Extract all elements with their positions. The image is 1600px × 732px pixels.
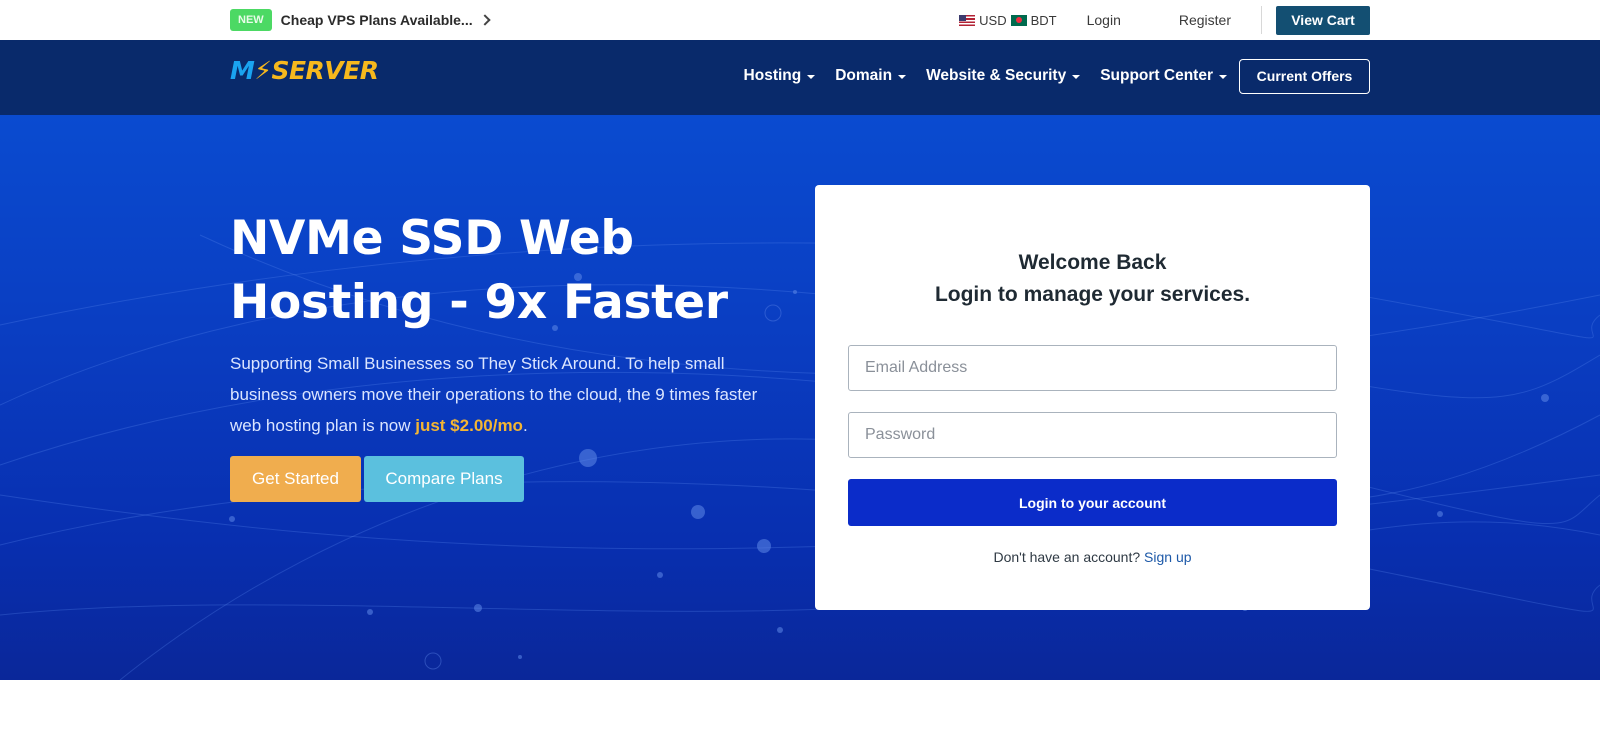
- currency-bdt[interactable]: BDT: [1031, 13, 1057, 28]
- us-flag-icon: [959, 14, 976, 26]
- currency-selector[interactable]: USD BDT: [959, 13, 1057, 28]
- hero-title: NVMe SSD Web Hosting - 9x Faster: [230, 211, 728, 330]
- login-title: Welcome Back: [1018, 251, 1167, 274]
- email-input[interactable]: [865, 359, 1320, 377]
- logo[interactable]: M⚡SERVER: [230, 56, 379, 85]
- hero-section: NVMe SSD Web Hosting - 9x Faster Support…: [0, 115, 1600, 680]
- hero-price: just $2.00/mo: [415, 416, 523, 435]
- logo-suffix: SERVER: [271, 56, 379, 85]
- new-badge: NEW: [230, 9, 272, 31]
- nav-item-domain[interactable]: Domain: [835, 67, 907, 85]
- email-field[interactable]: [848, 345, 1337, 391]
- caret-down-icon: [1072, 75, 1081, 79]
- bd-flag-icon: [1010, 14, 1027, 26]
- nav-menu: Hosting Domain Website & Security Suppor…: [724, 58, 1370, 94]
- nav-item-hosting[interactable]: Hosting: [744, 67, 816, 85]
- current-offers-button[interactable]: Current Offers: [1239, 58, 1370, 94]
- promo-link[interactable]: Cheap VPS Plans Available...: [281, 12, 473, 28]
- nav-item-label: Website & Security: [926, 67, 1067, 84]
- password-field[interactable]: [848, 412, 1337, 458]
- login-link[interactable]: Login: [1087, 12, 1121, 28]
- nav-item-support-center[interactable]: Support Center: [1100, 67, 1227, 85]
- no-account-text: Don't have an account?: [993, 549, 1141, 565]
- nav-item-label: Hosting: [743, 67, 802, 84]
- caret-down-icon: [1219, 75, 1227, 79]
- hero-description: Supporting Small Businesses so They Stic…: [230, 348, 775, 441]
- register-link[interactable]: Register: [1179, 12, 1231, 28]
- top-bar: NEW Cheap VPS Plans Available... USD BDT…: [0, 0, 1600, 40]
- hero-text-end: .: [522, 416, 528, 435]
- logo-prefix: M: [230, 56, 255, 85]
- main-navbar: M⚡SERVER Hosting Domain Website & Securi…: [0, 40, 1600, 115]
- signup-prompt: Don't have an account? Sign up: [815, 549, 1370, 565]
- top-bar-links: USD BDT Login Register View Cart: [959, 5, 1370, 35]
- promo-banner[interactable]: NEW Cheap VPS Plans Available...: [230, 8, 491, 32]
- currency-usd[interactable]: USD: [979, 13, 1006, 28]
- compare-plans-button[interactable]: Compare Plans: [364, 456, 524, 502]
- login-subtitle: Login to manage your services.: [934, 283, 1251, 306]
- login-card: Welcome Back Login to manage your servic…: [815, 185, 1370, 610]
- bolt-icon: ⚡: [254, 56, 272, 85]
- view-cart-button[interactable]: View Cart: [1276, 5, 1370, 35]
- password-input[interactable]: [865, 426, 1320, 444]
- caret-down-icon: [898, 75, 907, 79]
- nav-item-label: Domain: [835, 67, 893, 84]
- nav-item-website-security[interactable]: Website & Security: [926, 67, 1081, 85]
- chevron-right-icon[interactable]: [478, 14, 491, 26]
- divider: [1261, 6, 1262, 34]
- get-started-button[interactable]: Get Started: [230, 456, 361, 502]
- caret-down-icon: [807, 75, 816, 79]
- login-button[interactable]: Login to your account: [848, 479, 1337, 526]
- nav-item-label: Support Center: [1100, 67, 1213, 84]
- signup-link[interactable]: Sign up: [1144, 549, 1191, 565]
